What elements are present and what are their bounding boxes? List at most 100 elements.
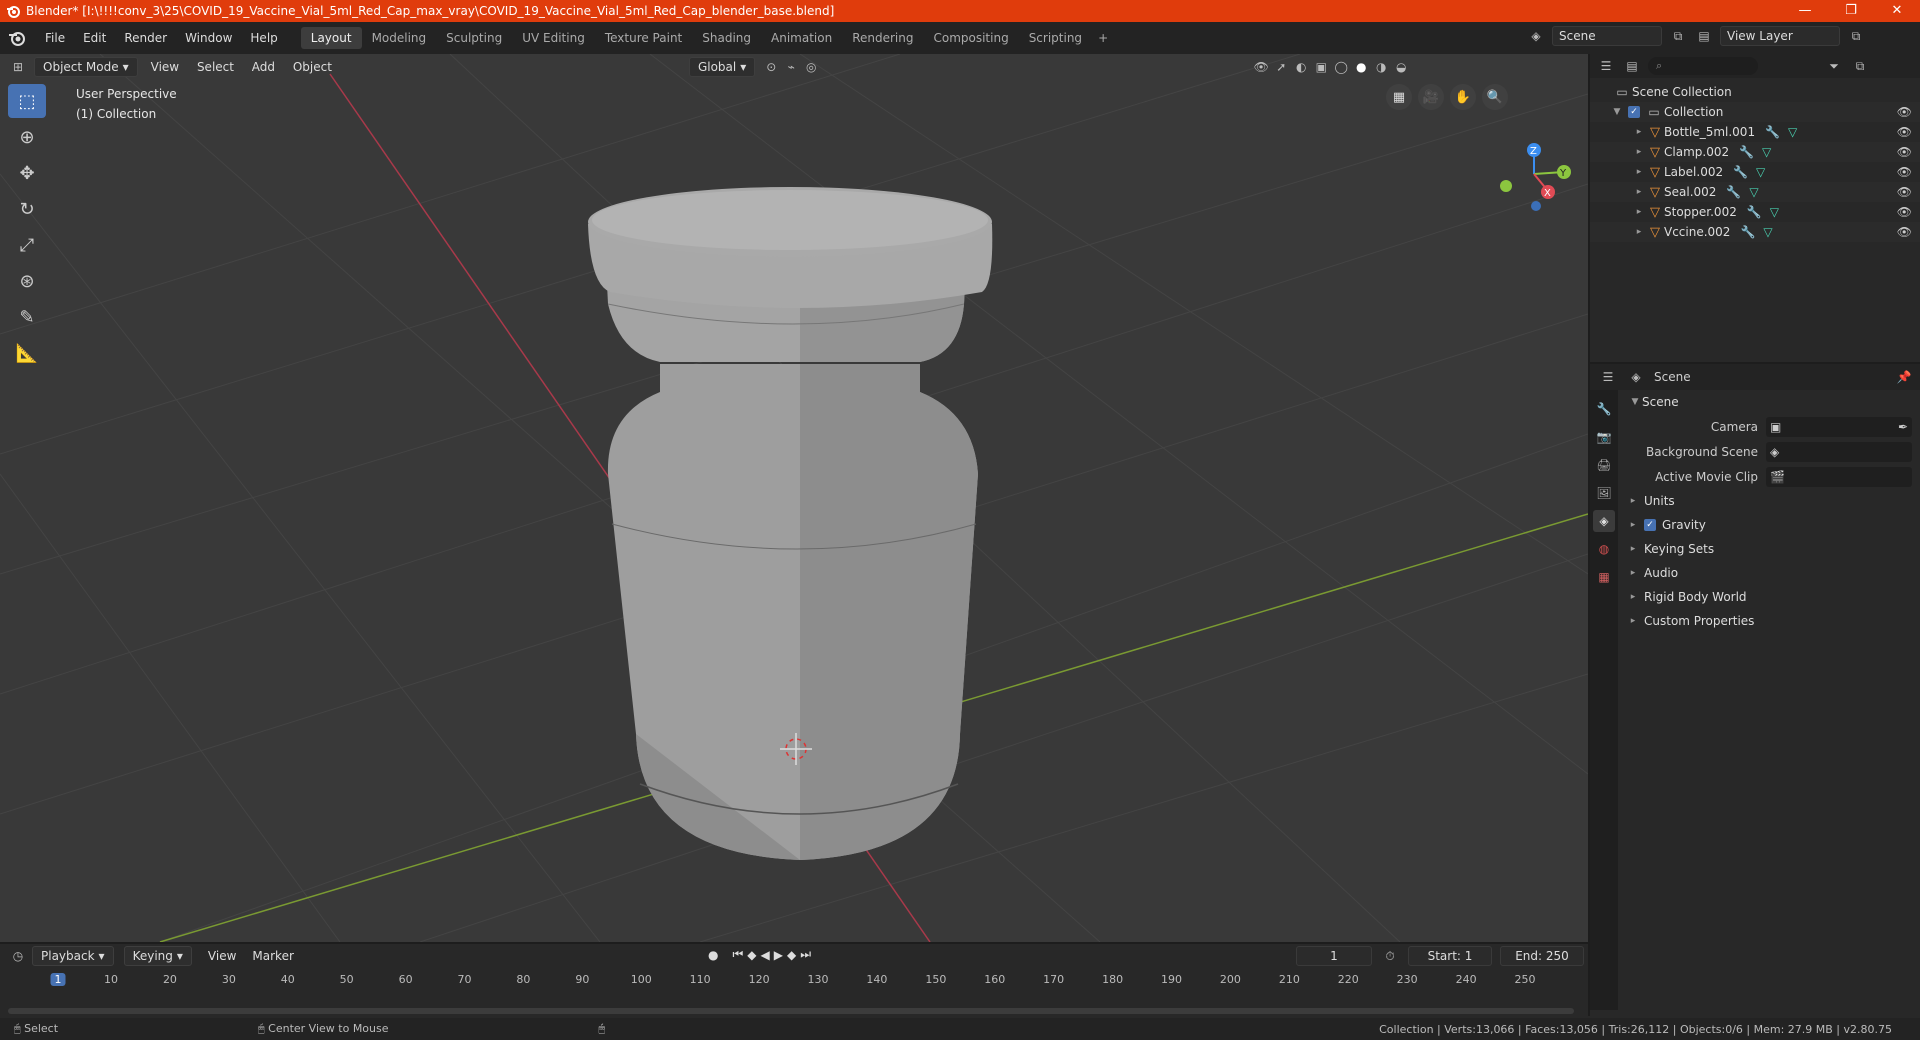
view-layer-tab-icon[interactable]: 🖼: [1593, 482, 1615, 504]
marker-menu[interactable]: Marker: [246, 949, 299, 963]
custom-properties-subpanel[interactable]: ▸ Custom Properties: [1624, 609, 1916, 633]
record-icon[interactable]: ●: [708, 948, 718, 962]
tab-animation[interactable]: Animation: [761, 27, 842, 49]
new-scene-icon[interactable]: ⧉: [1668, 26, 1688, 46]
expand-icon[interactable]: ▸: [1632, 127, 1646, 137]
jump-end-icon[interactable]: ⏭: [800, 947, 811, 962]
output-tab-icon[interactable]: 🖨: [1593, 454, 1615, 476]
solid-shading-icon[interactable]: ●: [1351, 57, 1371, 77]
current-frame-field[interactable]: 1: [1296, 946, 1372, 966]
outliner-object-row[interactable]: ▸ ▽ Clamp.002 🔧 ▽ 👁: [1590, 142, 1920, 162]
menu-view[interactable]: View: [144, 60, 186, 74]
tool-tab-icon[interactable]: 🔧: [1593, 398, 1615, 420]
tab-compositing[interactable]: Compositing: [923, 27, 1018, 49]
timeline-scrollbar[interactable]: [8, 1008, 1574, 1014]
material-shading-icon[interactable]: ◑: [1371, 57, 1391, 77]
expand-icon[interactable]: ▸: [1632, 227, 1646, 237]
scene-icon[interactable]: ◈: [1526, 26, 1546, 46]
minimize-button[interactable]: —: [1782, 0, 1828, 22]
tab-shading[interactable]: Shading: [692, 27, 761, 49]
rendered-shading-icon[interactable]: ◒: [1391, 57, 1411, 77]
expand-icon[interactable]: ▸: [1628, 616, 1638, 626]
new-view-layer-icon[interactable]: ⧉: [1846, 26, 1866, 46]
properties-editor-icon[interactable]: ☰: [1598, 367, 1618, 387]
expand-icon[interactable]: ▸: [1628, 568, 1638, 578]
rigid-body-world-subpanel[interactable]: ▸ Rigid Body World: [1624, 585, 1916, 609]
menu-edit[interactable]: Edit: [74, 31, 115, 45]
outliner-object-row[interactable]: ▸ ▽ Bottle_5ml.001 🔧 ▽ 👁: [1590, 122, 1920, 142]
filter-icon[interactable]: ⏷: [1824, 56, 1844, 76]
modifier-icon[interactable]: 🔧: [1747, 205, 1762, 219]
tab-scripting[interactable]: Scripting: [1019, 27, 1092, 49]
modifier-icon[interactable]: 🔧: [1726, 185, 1741, 199]
annotate-tool-icon[interactable]: ✎: [8, 300, 46, 334]
world-tab-icon[interactable]: ◍: [1593, 538, 1615, 560]
tab-rendering[interactable]: Rendering: [842, 27, 923, 49]
mesh-data-icon[interactable]: ▽: [1749, 185, 1758, 199]
tab-texture-paint[interactable]: Texture Paint: [595, 27, 692, 49]
eye-icon[interactable]: 👁: [1897, 105, 1912, 119]
scene-field[interactable]: Scene: [1552, 26, 1662, 46]
eye-icon[interactable]: 👁: [1897, 145, 1912, 159]
play-icon[interactable]: ▶: [774, 948, 783, 962]
panel-collapse-icon[interactable]: ▼: [1628, 397, 1642, 407]
expand-icon[interactable]: ▸: [1628, 496, 1638, 506]
camera-view-icon[interactable]: 🎥: [1418, 84, 1444, 110]
mesh-data-icon[interactable]: ▽: [1762, 145, 1771, 159]
expand-icon[interactable]: ▸: [1632, 167, 1646, 177]
modifier-icon[interactable]: 🔧: [1740, 225, 1755, 239]
menu-object[interactable]: Object: [286, 60, 339, 74]
eye-icon[interactable]: 👁: [1897, 165, 1912, 179]
blender-menu-icon[interactable]: [8, 29, 26, 47]
outliner-object-row[interactable]: ▸ ▽ Stopper.002 🔧 ▽ 👁: [1590, 202, 1920, 222]
units-subpanel[interactable]: ▸ Units: [1624, 489, 1916, 513]
proportional-edit-icon[interactable]: ◎: [801, 57, 821, 77]
prev-keyframe-icon[interactable]: ◆: [747, 948, 756, 962]
view-layer-field[interactable]: View Layer: [1720, 26, 1840, 46]
transform-tool-icon[interactable]: ⊛: [8, 264, 46, 298]
scene-collection-row[interactable]: ▭ Scene Collection: [1590, 82, 1920, 102]
menu-window[interactable]: Window: [176, 31, 241, 45]
menu-render[interactable]: Render: [115, 31, 176, 45]
background-scene-field[interactable]: ◈: [1766, 441, 1912, 462]
overlay-toggle-icon[interactable]: ◐: [1291, 57, 1311, 77]
mesh-data-icon[interactable]: ▽: [1788, 125, 1797, 139]
jump-start-icon[interactable]: ⏮: [732, 947, 743, 962]
active-movie-clip-field[interactable]: 🎬: [1766, 466, 1912, 487]
tab-layout[interactable]: Layout: [300, 27, 362, 49]
pivot-icon[interactable]: ⊙: [761, 57, 781, 77]
expand-icon[interactable]: ▸: [1628, 544, 1638, 554]
measure-tool-icon[interactable]: 📐: [8, 336, 46, 370]
grid-view-icon[interactable]: ▦: [1386, 84, 1412, 110]
mesh-data-icon[interactable]: ▽: [1756, 165, 1765, 179]
add-workspace-button[interactable]: +: [1092, 27, 1114, 49]
menu-file[interactable]: File: [36, 31, 74, 45]
mesh-data-icon[interactable]: ▽: [1770, 205, 1779, 219]
xray-icon[interactable]: ▣: [1311, 57, 1331, 77]
gizmo-toggle-icon[interactable]: ➚: [1271, 57, 1291, 77]
eye-icon[interactable]: 👁: [1897, 205, 1912, 219]
modifier-icon[interactable]: 🔧: [1739, 145, 1754, 159]
expand-icon[interactable]: ▸: [1632, 187, 1646, 197]
snap-icon[interactable]: ⌁: [781, 57, 801, 77]
scene-panel-header[interactable]: ▼ Scene: [1624, 390, 1916, 414]
mesh-data-icon[interactable]: ▽: [1763, 225, 1772, 239]
transform-orientation-dropdown[interactable]: Global ▾: [688, 57, 756, 77]
view-layer-icon[interactable]: ▤: [1694, 26, 1714, 46]
collection-row[interactable]: ▼ ✓ ▭ Collection 👁: [1590, 102, 1920, 122]
new-collection-icon[interactable]: ⧉: [1850, 56, 1870, 76]
menu-select[interactable]: Select: [190, 60, 241, 74]
outliner-editor-icon[interactable]: ☰: [1596, 56, 1616, 76]
gravity-subpanel[interactable]: ▸ ✓ Gravity: [1624, 513, 1916, 537]
expand-icon[interactable]: ▸: [1628, 592, 1638, 602]
move-tool-icon[interactable]: ✥: [8, 156, 46, 190]
timeline-ruler[interactable]: 1 10 20 30 40 50 60 70 80 90 100 110 120 130 140 150 160…: [0, 970, 1588, 990]
render-tab-icon[interactable]: 📷: [1593, 426, 1615, 448]
menu-help[interactable]: Help: [241, 31, 286, 45]
expand-icon[interactable]: ▸: [1632, 147, 1646, 157]
mode-dropdown[interactable]: Object Mode ▾: [34, 57, 138, 77]
visibility-icon[interactable]: 👁: [1251, 57, 1271, 77]
outliner-search-input[interactable]: ⌕: [1648, 57, 1758, 75]
outliner-object-row[interactable]: ▸ ▽ Vccine.002 🔧 ▽ 👁: [1590, 222, 1920, 242]
pan-hand-icon[interactable]: ✋: [1450, 84, 1476, 110]
